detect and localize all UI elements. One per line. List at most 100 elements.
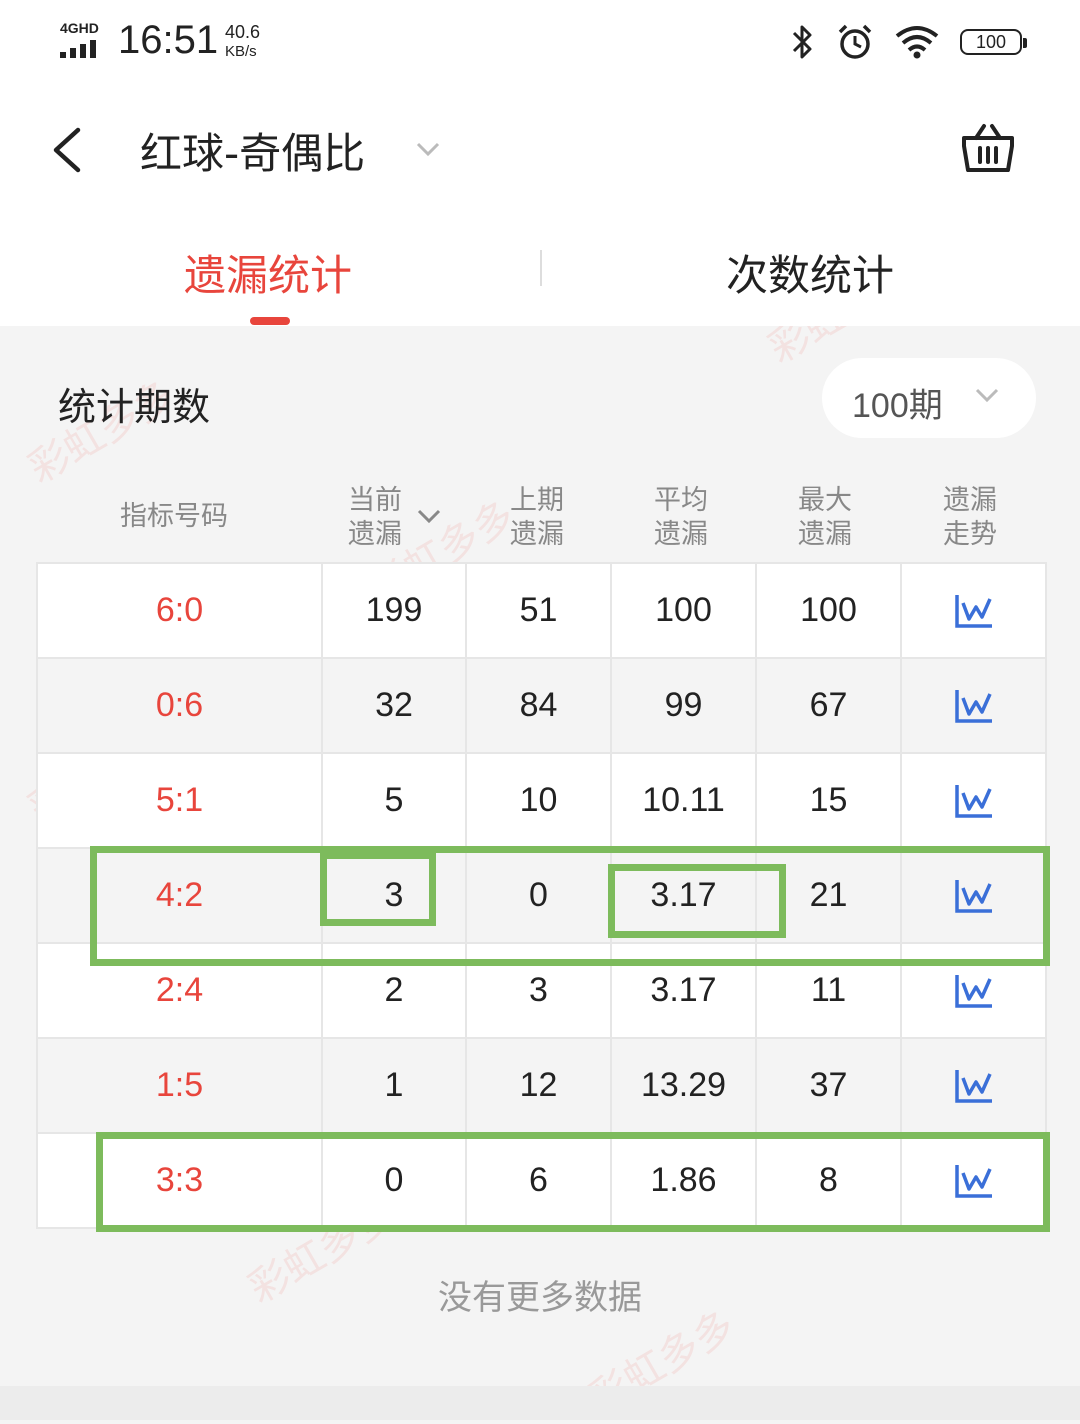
header-omission-trend: 遗漏 走势 (943, 484, 997, 552)
active-tab-indicator (250, 317, 290, 325)
trend-chart-icon[interactable] (954, 1068, 994, 1104)
max-omission-cell: 67 (757, 659, 902, 754)
max-omission-cell: 8 (757, 1134, 902, 1229)
last-omission-cell: 0 (467, 849, 612, 944)
tab-bar: 遗漏统计 次数统计 (0, 210, 1080, 326)
current-omission-cell: 3 (323, 849, 467, 944)
period-label: 统计期数 (58, 385, 211, 429)
bottom-bar (0, 1386, 1080, 1420)
last-omission-cell: 51 (467, 564, 612, 659)
current-omission-cell: 199 (323, 564, 467, 659)
current-omission-cell: 32 (323, 659, 467, 754)
max-omission-cell: 11 (757, 944, 902, 1039)
header-last-omission: 上期 遗漏 (510, 484, 564, 552)
average-omission-cell: 13.29 (612, 1039, 757, 1134)
alarm-icon (838, 24, 872, 59)
table-row: 3:3 0 6 1.86 8 (38, 1134, 1047, 1229)
chevron-down-icon (975, 388, 999, 403)
table-row: 1:5 1 12 13.29 37 (38, 1039, 1047, 1134)
header-indicator: 指标号码 (120, 500, 228, 534)
indicator-cell: 5:1 (38, 754, 323, 849)
bluetooth-icon (792, 25, 812, 59)
header-line: 上期 (510, 485, 564, 516)
indicator-cell: 6:0 (38, 564, 323, 659)
trend-chart-icon[interactable] (954, 783, 994, 819)
last-omission-cell: 84 (467, 659, 612, 754)
clock: 16:51 (118, 18, 219, 62)
indicator-cell: 0:6 (38, 659, 323, 754)
current-omission-cell: 0 (323, 1134, 467, 1229)
header-current-omission[interactable]: 当前 遗漏 (348, 484, 402, 552)
average-omission-cell: 3.17 (612, 944, 757, 1039)
header-max-omission: 最大 遗漏 (798, 484, 852, 552)
trend-cell[interactable] (902, 944, 1047, 1039)
indicator-cell: 1:5 (38, 1039, 323, 1134)
header-indicator-label: 指标号码 (120, 501, 228, 532)
trend-chart-icon[interactable] (954, 973, 994, 1009)
tab-count-stats[interactable]: 次数统计 (726, 242, 894, 303)
period-value: 100期 (852, 387, 943, 425)
omission-table: 6:0 199 51 100 100 0:6 32 84 99 67 5:1 5… (36, 562, 1047, 1229)
app-header: 红球-奇偶比 (0, 90, 1080, 210)
average-omission-cell: 3.17 (612, 849, 757, 944)
current-omission-cell: 1 (323, 1039, 467, 1134)
header-line: 走势 (943, 519, 997, 550)
header-line: 遗漏 (654, 519, 708, 550)
current-omission-cell: 5 (323, 754, 467, 849)
trend-chart-icon[interactable] (954, 878, 994, 914)
indicator-cell: 4:2 (38, 849, 323, 944)
chevron-down-icon[interactable] (410, 134, 446, 164)
signal-icon: 4GHD (60, 20, 110, 60)
basket-icon[interactable] (958, 120, 1018, 176)
header-line: 最大 (798, 485, 852, 516)
status-bar: 4GHD 16:51 40.6 KB/s 100 (0, 0, 1080, 90)
header-line: 遗漏 (798, 519, 852, 550)
network-type-label: 4GHD (60, 20, 99, 36)
table-row: 2:4 2 3 3.17 11 (38, 944, 1047, 1039)
period-dropdown[interactable]: 100期 (822, 358, 1036, 438)
tab-omission-stats[interactable]: 遗漏统计 (184, 242, 352, 303)
table-row: 4:2 3 0 3.17 21 (38, 849, 1047, 944)
trend-cell[interactable] (902, 659, 1047, 754)
table-row: 6:0 199 51 100 100 (38, 564, 1047, 659)
trend-chart-icon[interactable] (954, 688, 994, 724)
network-speed-unit: KB/s (225, 43, 257, 60)
last-omission-cell: 6 (467, 1134, 612, 1229)
network-speed: 40.6 KB/s (225, 22, 285, 62)
header-line: 遗漏 (348, 519, 402, 550)
page-title[interactable]: 红球-奇偶比 (140, 120, 365, 181)
last-omission-cell: 3 (467, 944, 612, 1039)
table-row: 0:6 32 84 99 67 (38, 659, 1047, 754)
trend-chart-icon[interactable] (954, 1163, 994, 1199)
tab-divider (540, 250, 542, 286)
average-omission-cell: 10.11 (612, 754, 757, 849)
current-omission-cell: 2 (323, 944, 467, 1039)
wifi-icon (895, 26, 939, 59)
header-line: 当前 (348, 485, 402, 516)
max-omission-cell: 15 (757, 754, 902, 849)
trend-cell[interactable] (902, 564, 1047, 659)
trend-chart-icon[interactable] (954, 593, 994, 629)
network-speed-value: 40.6 (225, 22, 261, 42)
table-row: 5:1 5 10 10.11 15 (38, 754, 1047, 849)
header-line: 遗漏 (510, 519, 564, 550)
trend-cell[interactable] (902, 754, 1047, 849)
header-average-omission: 平均 遗漏 (654, 484, 708, 552)
average-omission-cell: 99 (612, 659, 757, 754)
trend-cell[interactable] (902, 1039, 1047, 1134)
no-more-data-label: 没有更多数据 (438, 1278, 642, 1318)
back-arrow-icon[interactable] (46, 122, 96, 178)
sort-chevron-icon[interactable] (415, 505, 443, 527)
last-omission-cell: 12 (467, 1039, 612, 1134)
trend-cell[interactable] (902, 1134, 1047, 1229)
max-omission-cell: 37 (757, 1039, 902, 1134)
trend-cell[interactable] (902, 849, 1047, 944)
indicator-cell: 2:4 (38, 944, 323, 1039)
max-omission-cell: 100 (757, 564, 902, 659)
indicator-cell: 3:3 (38, 1134, 323, 1229)
average-omission-cell: 100 (612, 564, 757, 659)
max-omission-cell: 21 (757, 849, 902, 944)
last-omission-cell: 10 (467, 754, 612, 849)
average-omission-cell: 1.86 (612, 1134, 757, 1229)
header-line: 平均 (654, 485, 708, 516)
